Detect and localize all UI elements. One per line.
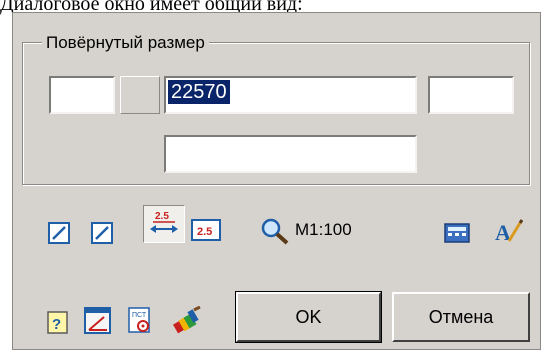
lower-text-field[interactable] bbox=[164, 135, 417, 173]
svg-text:2.5: 2.5 bbox=[197, 226, 212, 238]
scale-label[interactable]: M1:100 bbox=[295, 220, 352, 240]
group-title: Повёрнутый размер bbox=[42, 33, 209, 53]
arrow-left-edit-icon[interactable] bbox=[48, 222, 70, 244]
suffix-field[interactable] bbox=[428, 76, 514, 114]
calculator-icon[interactable] bbox=[443, 220, 471, 246]
svg-text:A: A bbox=[495, 220, 511, 245]
svg-text:ПСТ: ПСТ bbox=[132, 312, 147, 319]
text-position-25-icon: 2.5 bbox=[150, 211, 178, 233]
dimension-value-text: 22570 bbox=[168, 80, 230, 104]
svg-text:?: ? bbox=[52, 316, 61, 333]
ok-button-label: OK bbox=[295, 307, 322, 327]
angle-dimension-icon[interactable] bbox=[84, 307, 112, 335]
symbol-button[interactable] bbox=[120, 76, 160, 114]
magnifier-icon[interactable] bbox=[260, 217, 290, 245]
help-icon[interactable]: ? bbox=[47, 311, 69, 335]
cancel-button-label: Отмена bbox=[428, 307, 494, 327]
svg-text:2.5: 2.5 bbox=[155, 211, 169, 222]
text-value-25-icon[interactable]: 2.5 bbox=[191, 218, 225, 244]
prefix-field[interactable] bbox=[49, 76, 115, 114]
ok-button[interactable]: OK bbox=[235, 291, 382, 343]
text-position-button[interactable]: 2.5 bbox=[143, 205, 185, 243]
cancel-button[interactable]: Отмена bbox=[392, 292, 530, 342]
paint-icon[interactable] bbox=[172, 306, 202, 336]
dimension-value-field[interactable]: 22570 bbox=[164, 76, 417, 114]
text-style-icon[interactable]: A bbox=[493, 217, 523, 245]
arrow-right-edit-icon[interactable] bbox=[91, 222, 113, 244]
spec-icon[interactable]: ПСТ bbox=[127, 307, 153, 335]
